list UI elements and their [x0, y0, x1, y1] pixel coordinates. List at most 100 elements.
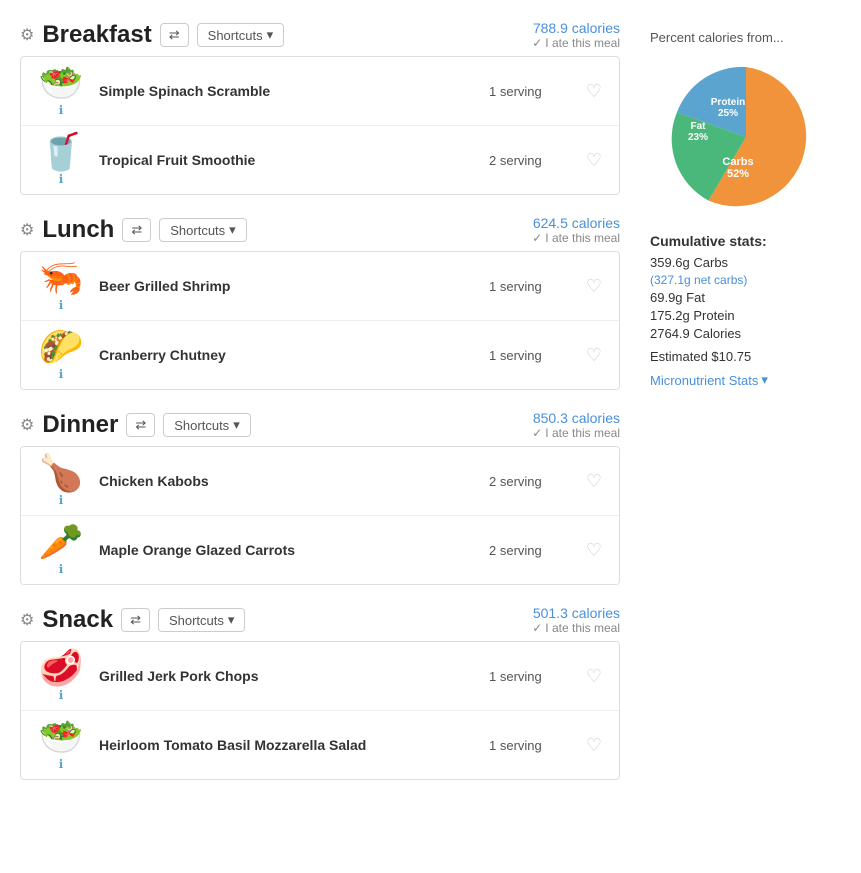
ate-label-breakfast: I ate this meal [545, 36, 620, 50]
shuffle-btn-snack[interactable]: ⇄ [121, 608, 150, 632]
info-icon-lunch-1[interactable]: ℹ [59, 367, 64, 381]
meal-section-snack: ⚙ Snack ⇄ Shortcuts ▾ 501.3 calories ✓ I… [20, 605, 620, 780]
info-icon-lunch-0[interactable]: ℹ [59, 298, 64, 312]
food-table-lunch: 🦐 ℹ Beer Grilled Shrimp 1 serving ♡ 🌮 ℹ … [20, 251, 620, 390]
food-emoji-dinner-0: 🍗 [39, 455, 84, 491]
meal-header-right-breakfast: 788.9 calories ✓ I ate this meal [532, 20, 620, 50]
food-serving-breakfast-1: 2 serving [489, 153, 579, 168]
food-name-breakfast-1: Tropical Fruit Smoothie [91, 152, 489, 168]
shortcuts-label-dinner: Shortcuts [174, 418, 229, 433]
gear-icon-breakfast[interactable]: ⚙ [20, 25, 34, 45]
food-serving-snack-1: 1 serving [489, 738, 579, 753]
food-row-dinner-0: 🍗 ℹ Chicken Kabobs 2 serving ♡ [21, 447, 619, 516]
shuffle-btn-lunch[interactable]: ⇄ [122, 218, 151, 242]
food-emoji-lunch-0: 🦐 [39, 260, 84, 296]
food-row-breakfast-1: 🥤 ℹ Tropical Fruit Smoothie 2 serving ♡ [21, 126, 619, 194]
food-row-dinner-1: 🥕 ℹ Maple Orange Glazed Carrots 2 servin… [21, 516, 619, 584]
food-name-lunch-0: Beer Grilled Shrimp [91, 278, 489, 294]
micronutrient-link[interactable]: Micronutrient Stats ▾ [650, 372, 768, 388]
shortcuts-btn-lunch[interactable]: Shortcuts ▾ [159, 218, 246, 242]
shuffle-btn-breakfast[interactable]: ⇄ [160, 23, 189, 47]
meal-header-left-dinner: ⚙ Dinner ⇄ Shortcuts ▾ [20, 411, 251, 439]
calories-link-lunch[interactable]: 624.5 calories [532, 215, 620, 231]
heart-icon-lunch-1[interactable]: ♡ [579, 345, 609, 366]
meal-header-snack: ⚙ Snack ⇄ Shortcuts ▾ 501.3 calories ✓ I… [20, 605, 620, 635]
heart-icon-dinner-1[interactable]: ♡ [579, 540, 609, 561]
info-icon-snack-1[interactable]: ℹ [59, 757, 64, 771]
shortcuts-chevron-lunch: ▾ [229, 222, 236, 238]
shuffle-icon-snack: ⇄ [130, 612, 141, 628]
shortcuts-btn-breakfast[interactable]: Shortcuts ▾ [197, 23, 284, 47]
food-serving-lunch-1: 1 serving [489, 348, 579, 363]
food-name-breakfast-0: Simple Spinach Scramble [91, 83, 489, 99]
food-serving-dinner-1: 2 serving [489, 543, 579, 558]
check-icon-snack: ✓ [532, 621, 542, 635]
calories-link-breakfast[interactable]: 788.9 calories [532, 20, 620, 36]
meal-title-dinner: Dinner [42, 411, 118, 439]
meal-section-lunch: ⚙ Lunch ⇄ Shortcuts ▾ 624.5 calories ✓ I… [20, 215, 620, 390]
shortcuts-chevron-snack: ▾ [228, 612, 235, 628]
meal-header-right-lunch: 624.5 calories ✓ I ate this meal [532, 215, 620, 245]
protein-percent: 25% [717, 108, 737, 119]
info-icon-dinner-1[interactable]: ℹ [59, 562, 64, 576]
gear-icon-dinner[interactable]: ⚙ [20, 415, 34, 435]
meal-header-breakfast: ⚙ Breakfast ⇄ Shortcuts ▾ 788.9 calories… [20, 20, 620, 50]
meal-header-left-breakfast: ⚙ Breakfast ⇄ Shortcuts ▾ [20, 21, 284, 49]
fat-label: Fat [690, 121, 706, 132]
ate-label-lunch: I ate this meal [545, 231, 620, 245]
food-name-lunch-1: Cranberry Chutney [91, 347, 489, 363]
heart-icon-lunch-0[interactable]: ♡ [579, 276, 609, 297]
info-icon-dinner-0[interactable]: ℹ [59, 493, 64, 507]
shuffle-btn-dinner[interactable]: ⇄ [126, 413, 155, 437]
food-serving-snack-0: 1 serving [489, 669, 579, 684]
food-icon-breakfast-0: 🥗 ℹ [31, 65, 91, 117]
meal-title-lunch: Lunch [42, 216, 114, 244]
food-serving-breakfast-0: 1 serving [489, 84, 579, 99]
food-row-breakfast-0: 🥗 ℹ Simple Spinach Scramble 1 serving ♡ [21, 57, 619, 126]
protein-label: Protein [710, 97, 744, 108]
meal-section-dinner: ⚙ Dinner ⇄ Shortcuts ▾ 850.3 calories ✓ … [20, 410, 620, 585]
shuffle-icon-breakfast: ⇄ [169, 27, 180, 43]
food-icon-breakfast-1: 🥤 ℹ [31, 134, 91, 186]
shortcuts-btn-snack[interactable]: Shortcuts ▾ [158, 608, 245, 632]
stat-protein: 175.2g Protein [650, 308, 841, 323]
fat-percent: 23% [687, 132, 707, 143]
info-icon-breakfast-1[interactable]: ℹ [59, 172, 64, 186]
heart-icon-breakfast-0[interactable]: ♡ [579, 81, 609, 102]
shortcuts-chevron-breakfast: ▾ [267, 27, 274, 43]
meal-header-lunch: ⚙ Lunch ⇄ Shortcuts ▾ 624.5 calories ✓ I… [20, 215, 620, 245]
calories-link-dinner[interactable]: 850.3 calories [532, 410, 620, 426]
food-emoji-dinner-1: 🥕 [39, 524, 84, 560]
heart-icon-dinner-0[interactable]: ♡ [579, 471, 609, 492]
meal-header-dinner: ⚙ Dinner ⇄ Shortcuts ▾ 850.3 calories ✓ … [20, 410, 620, 440]
food-row-lunch-1: 🌮 ℹ Cranberry Chutney 1 serving ♡ [21, 321, 619, 389]
shortcuts-label-lunch: Shortcuts [170, 223, 225, 238]
ate-label-dinner: I ate this meal [545, 426, 620, 440]
cumulative-title: Cumulative stats: [650, 233, 841, 249]
shuffle-icon-dinner: ⇄ [135, 417, 146, 433]
meal-header-right-dinner: 850.3 calories ✓ I ate this meal [532, 410, 620, 440]
food-emoji-snack-0: 🥩 [39, 650, 84, 686]
info-icon-snack-0[interactable]: ℹ [59, 688, 64, 702]
ate-meal-lunch: ✓ I ate this meal [532, 231, 620, 245]
meals-column: ⚙ Breakfast ⇄ Shortcuts ▾ 788.9 calories… [20, 20, 620, 800]
carbs-percent: 52% [726, 168, 748, 180]
food-row-snack-1: 🥗 ℹ Heirloom Tomato Basil Mozzarella Sal… [21, 711, 619, 779]
ate-meal-dinner: ✓ I ate this meal [532, 426, 620, 440]
gear-icon-lunch[interactable]: ⚙ [20, 220, 34, 240]
food-emoji-lunch-1: 🌮 [39, 329, 84, 365]
food-table-breakfast: 🥗 ℹ Simple Spinach Scramble 1 serving ♡ … [20, 56, 620, 195]
food-icon-dinner-1: 🥕 ℹ [31, 524, 91, 576]
heart-icon-snack-1[interactable]: ♡ [579, 735, 609, 756]
heart-icon-snack-0[interactable]: ♡ [579, 666, 609, 687]
micronutrient-chevron: ▾ [761, 372, 768, 388]
calories-link-snack[interactable]: 501.3 calories [532, 605, 620, 621]
food-row-lunch-0: 🦐 ℹ Beer Grilled Shrimp 1 serving ♡ [21, 252, 619, 321]
pie-chart: Carbs 52% Fat 23% Protein 25% [666, 57, 826, 217]
shortcuts-btn-dinner[interactable]: Shortcuts ▾ [163, 413, 250, 437]
heart-icon-breakfast-1[interactable]: ♡ [579, 150, 609, 171]
gear-icon-snack[interactable]: ⚙ [20, 610, 34, 630]
main-layout: ⚙ Breakfast ⇄ Shortcuts ▾ 788.9 calories… [20, 20, 841, 800]
info-icon-breakfast-0[interactable]: ℹ [59, 103, 64, 117]
meal-header-left-snack: ⚙ Snack ⇄ Shortcuts ▾ [20, 606, 245, 634]
